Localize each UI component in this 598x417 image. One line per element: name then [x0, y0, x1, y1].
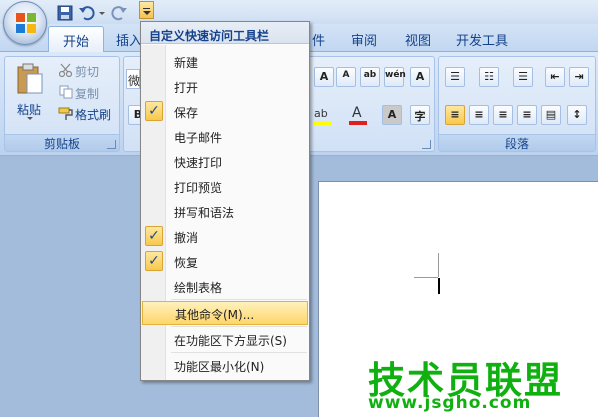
shrink-font-icon[interactable]: A — [336, 67, 356, 87]
checkmark-icon: ✓ — [145, 251, 163, 271]
align-left-icon[interactable]: ≡ — [445, 105, 465, 125]
character-border-icon[interactable]: A — [410, 67, 430, 87]
tab-view[interactable]: 视图 — [405, 30, 431, 49]
menu-item-print-preview[interactable]: 打印预览 — [141, 175, 309, 199]
menu-item-label: 打开 — [174, 81, 199, 95]
menu-item-label: 快速打印 — [174, 156, 223, 170]
distributed-icon[interactable]: ▤ — [541, 105, 561, 125]
tab-home[interactable]: 开始 — [48, 26, 105, 53]
customize-qat-button[interactable] — [139, 1, 154, 19]
margin-mark-horizontal — [414, 277, 438, 278]
format-painter-icon[interactable] — [58, 106, 74, 122]
enclose-characters-icon[interactable]: 字 — [410, 105, 430, 125]
menu-item-show-below-ribbon[interactable]: 在功能区下方显示(S) — [141, 328, 309, 352]
copy-icon[interactable] — [59, 85, 73, 99]
office-button[interactable] — [3, 1, 47, 45]
menu-item-label: 电子邮件 — [174, 131, 223, 145]
undo-dropdown-icon[interactable] — [98, 4, 106, 22]
menu-item-quick-print[interactable]: 快速打印 — [141, 150, 309, 174]
tab-developer[interactable]: 开发工具 — [456, 30, 508, 49]
clipboard-group: 粘贴 剪切 复制 格式刷 剪贴板 — [4, 56, 120, 152]
menu-item-email[interactable]: 电子邮件 — [141, 125, 309, 149]
cut-icon[interactable] — [59, 63, 73, 77]
menu-item-label: 撤消 — [174, 231, 199, 245]
font-name-box[interactable]: 微 — [126, 69, 140, 89]
phonetic-guide-icon[interactable]: wén — [384, 67, 406, 87]
paragraph-group-label: 段落 — [439, 134, 595, 151]
numbering-icon[interactable]: ☷ — [479, 67, 499, 87]
redo-icon[interactable] — [110, 4, 128, 22]
margin-mark-vertical — [438, 253, 439, 277]
menu-item-minimize-ribbon[interactable]: 功能区最小化(N) — [141, 354, 309, 378]
save-icon[interactable] — [56, 4, 74, 22]
undo-icon[interactable] — [78, 4, 96, 22]
paste-label[interactable]: 粘贴 — [17, 101, 41, 118]
character-shading-icon[interactable]: A — [382, 105, 402, 125]
clear-format-icon[interactable]: ab — [360, 67, 380, 87]
menu-item-label: 保存 — [174, 106, 199, 120]
customize-qat-menu: 自定义快速访问工具栏 新建 打开 ✓ 保存 电子邮件 快速打印 打印预览 拼写和… — [140, 21, 310, 381]
highlight-color-icon[interactable]: ab — [312, 105, 336, 125]
paste-dropdown-icon[interactable] — [27, 117, 33, 120]
increase-indent-icon[interactable]: ⇥ — [569, 67, 589, 87]
checkmark-icon: ✓ — [145, 226, 163, 246]
menu-item-label: 打印预览 — [174, 181, 223, 195]
watermark-url: www.jsgho.com — [368, 393, 532, 413]
align-center-icon[interactable]: ≡ — [469, 105, 489, 125]
tab-review[interactable]: 审阅 — [351, 30, 377, 49]
clipboard-group-label: 剪贴板 — [5, 134, 119, 151]
format-painter-button[interactable]: 格式刷 — [75, 106, 111, 126]
menu-item-new[interactable]: 新建 — [141, 50, 309, 74]
menu-item-more-commands[interactable]: 其他命令(M)... — [142, 301, 308, 325]
bullets-icon[interactable]: ☰ — [445, 67, 465, 87]
font-launcher-icon[interactable] — [422, 140, 431, 149]
menu-title: 自定义快速访问工具栏 — [141, 22, 309, 44]
office-logo-icon — [16, 13, 36, 33]
checkmark-icon: ✓ — [145, 101, 163, 121]
menu-item-draw-table[interactable]: 绘制表格 — [141, 275, 309, 299]
menu-item-label: 其他命令(M)... — [175, 308, 255, 322]
menu-item-label: 拼写和语法 — [174, 206, 235, 220]
paste-icon[interactable] — [15, 62, 45, 96]
menu-item-undo[interactable]: ✓ 撤消 — [141, 225, 309, 249]
justify-icon[interactable]: ≡ — [517, 105, 537, 125]
menu-item-label: 恢复 — [174, 256, 199, 270]
menu-item-label: 功能区最小化(N) — [174, 360, 265, 374]
menu-item-label: 新建 — [174, 56, 199, 70]
menu-separator — [171, 352, 307, 353]
cut-button[interactable]: 剪切 — [75, 63, 99, 83]
menu-item-save[interactable]: ✓ 保存 — [141, 100, 309, 124]
decrease-indent-icon[interactable]: ⇤ — [545, 67, 565, 87]
multilevel-list-icon[interactable]: ☰ — [513, 67, 533, 87]
menu-item-label: 在功能区下方显示(S) — [174, 334, 287, 348]
menu-item-spelling[interactable]: 拼写和语法 — [141, 200, 309, 224]
menu-separator — [171, 326, 307, 327]
clipboard-launcher-icon[interactable] — [107, 140, 116, 149]
line-spacing-icon[interactable]: ↕ — [567, 105, 587, 125]
menu-item-redo[interactable]: ✓ 恢复 — [141, 250, 309, 274]
menu-separator — [171, 299, 307, 300]
align-right-icon[interactable]: ≡ — [493, 105, 513, 125]
paragraph-group: ☰ ☷ ☰ ⇤ ⇥ ≡ ≡ ≡ ≡ ▤ ↕ 段落 — [438, 56, 596, 152]
tab-insert[interactable]: 插入 — [116, 30, 142, 49]
menu-item-label: 绘制表格 — [174, 281, 223, 295]
menu-item-open[interactable]: 打开 — [141, 75, 309, 99]
copy-button[interactable]: 复制 — [75, 85, 99, 105]
text-caret — [438, 278, 440, 294]
grow-font-icon[interactable]: A — [314, 67, 334, 87]
font-color-icon[interactable]: A — [348, 105, 372, 125]
tab-mailings[interactable]: 件 — [312, 30, 325, 49]
